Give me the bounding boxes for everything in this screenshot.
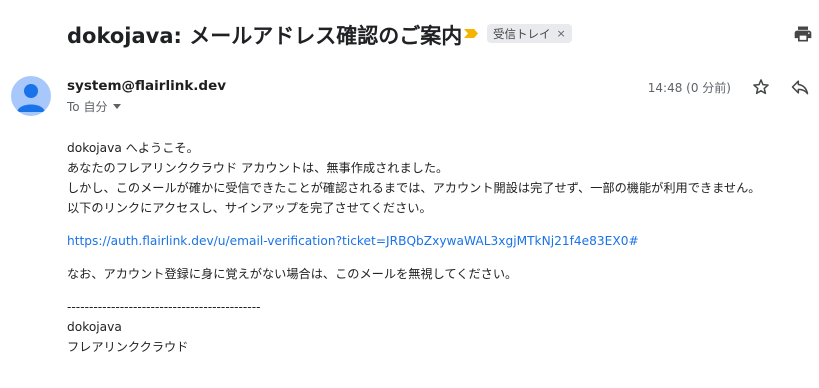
avatar[interactable] bbox=[11, 76, 51, 116]
reply-icon[interactable] bbox=[790, 77, 810, 97]
print-icon[interactable] bbox=[793, 24, 813, 44]
body-line-2: しかし、このメールが確かに受信できたことが確認されるまでは、アカウント開設は完了… bbox=[67, 181, 761, 195]
avatar-person-icon bbox=[17, 84, 45, 112]
body-line-3: 以下のリンクにアクセスし、サインアップを完了させてください。 bbox=[67, 201, 432, 215]
signature-name: dokojava bbox=[67, 320, 122, 334]
recipient-details-toggle[interactable]: To 自分 bbox=[67, 98, 122, 115]
body-notice: なお、アカウント登録に身に覚えがない場合は、このメールを無視してください。 bbox=[67, 267, 518, 281]
recipient-label: To 自分 bbox=[67, 100, 108, 114]
body-greeting: dokojava へようこそ。 bbox=[67, 141, 199, 155]
sender-address[interactable]: system@flairlink.dev bbox=[67, 78, 226, 94]
inbox-label-chip: 受信トレイ × bbox=[487, 24, 572, 43]
signature-company: フレアリンククラウド bbox=[67, 340, 189, 354]
verification-link[interactable]: https://auth.flairlink.dev/u/email-verif… bbox=[67, 231, 812, 251]
email-timestamp: 14:48 (0 分前) bbox=[647, 81, 731, 95]
subject-row: dokojava: メールアドレス確認のご案内 受信トレイ × bbox=[67, 18, 819, 50]
body-line-1: あなたのフレアリンククラウド アカウントは、無事作成されました。 bbox=[67, 161, 449, 175]
chevron-down-icon bbox=[113, 104, 122, 109]
remove-label-button[interactable]: × bbox=[557, 27, 566, 40]
star-icon[interactable] bbox=[751, 77, 771, 97]
email-body: dokojava へようこそ。 あなたのフレアリンククラウド アカウントは、無事… bbox=[67, 138, 812, 357]
email-subject: dokojava: メールアドレス確認のご案内 bbox=[67, 24, 463, 48]
importance-marker-icon[interactable] bbox=[464, 29, 478, 38]
inbox-label-text: 受信トレイ bbox=[493, 26, 551, 41]
signature-divider: ----------------------------------------… bbox=[67, 300, 261, 314]
